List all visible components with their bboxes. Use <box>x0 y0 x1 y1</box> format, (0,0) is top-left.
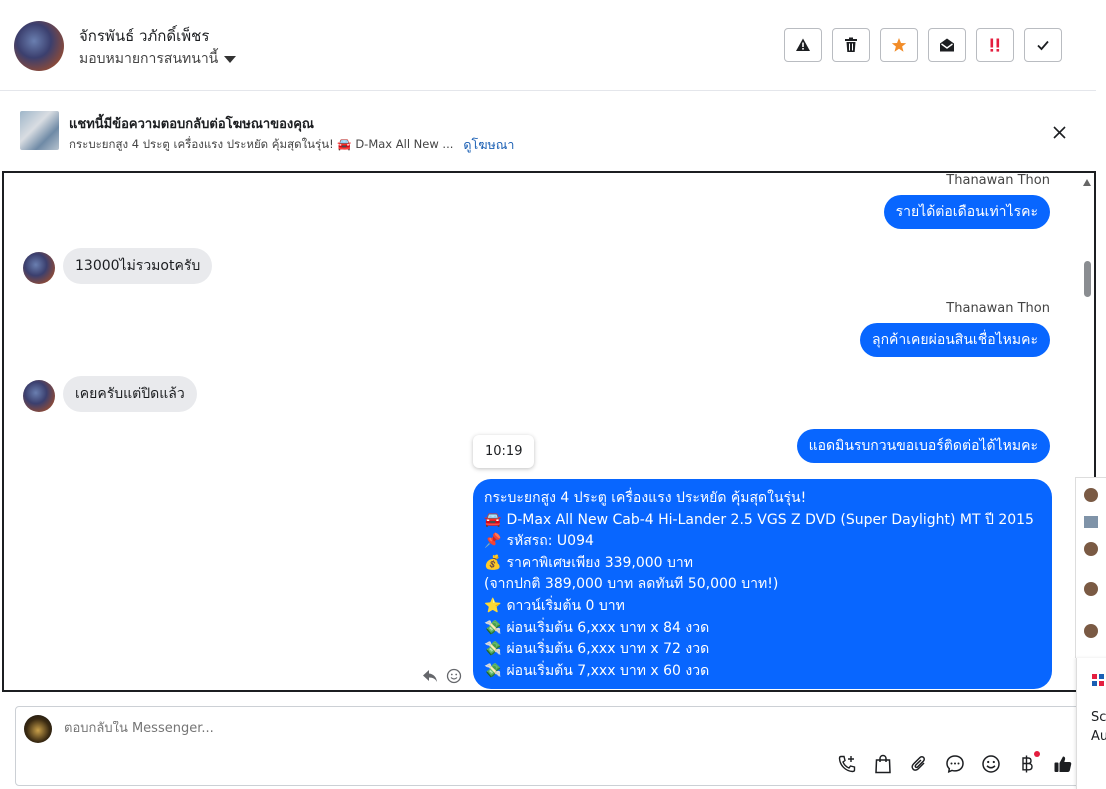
listing-line: 💸 ผ่อนเริ่มต้น 6,xxx บาท x 72 งวด <box>484 639 1041 661</box>
listing-text: กระบะยกสูง 4 ประตู เครื่องแรง ประหยัด คุ… <box>484 490 807 506</box>
listing-line: 💸 ผ่อนเริ่มต้น 7,xxx บาท x 60 งวด <box>484 661 1041 683</box>
like-button[interactable] <box>1052 753 1074 775</box>
reply-composer <box>15 706 1081 786</box>
ad-text: กระบะยกสูง 4 ประตู เครื่องแรง ประหยัด คุ… <box>69 137 454 151</box>
page-avatar <box>24 715 52 743</box>
thread-avatar[interactable] <box>1084 582 1098 596</box>
shopping-bag-icon <box>875 754 891 774</box>
saved-reply-button[interactable] <box>944 753 966 775</box>
scroll-up-icon[interactable] <box>1083 179 1091 186</box>
check-icon <box>1037 40 1049 51</box>
sender-label: Thanawan Thon <box>946 173 1050 188</box>
listing-emoji-icon: 📌 <box>484 533 502 550</box>
banner-title: แชทนี้มีข้อความตอบกลับต่อโฆษณาของคุณ <box>69 117 314 132</box>
listing-text: ราคาพิเศษเพียง 339,000 บาท <box>506 554 694 571</box>
emoji-button[interactable] <box>980 753 1002 775</box>
listing-text: รหัสรถ: U094 <box>506 533 594 550</box>
listing-text: ผ่อนเริ่มต้น 6,xxx บาท x 72 งวด <box>506 641 710 658</box>
delete-button[interactable] <box>832 28 870 62</box>
reply-input[interactable] <box>64 721 964 736</box>
emoji-react-icon[interactable] <box>446 668 462 684</box>
scrollbar-thumb[interactable] <box>1084 261 1091 297</box>
incoming-message[interactable]: เคยครับแต่ปิดแล้ว <box>63 376 197 412</box>
mark-unread-button[interactable] <box>928 28 966 62</box>
side-card: Sc Au <box>1076 658 1106 789</box>
caret-down-icon <box>224 55 237 63</box>
close-banner-button[interactable] <box>1053 124 1066 143</box>
mark-done-button[interactable] <box>1024 28 1062 62</box>
listing-line: 💸 ผ่อนเริ่มต้น 6,xxx บาท x 84 งวด <box>484 618 1041 640</box>
listing-line: (จากปกติ 389,000 บาท ลดทันที 50,000 บาท!… <box>484 574 1041 596</box>
payment-button[interactable] <box>1016 751 1040 775</box>
paperclip-icon <box>911 756 925 771</box>
baht-icon <box>1022 755 1033 773</box>
listing-text: ผ่อนเริ่มต้น 6,xxx บาท x 84 งวด <box>506 619 710 636</box>
urgent-button[interactable] <box>976 28 1014 62</box>
ad-reply-banner: แชทนี้มีข้อความตอบกลับต่อโฆษณาของคุณ กระ… <box>0 91 1096 169</box>
report-button[interactable] <box>784 28 822 62</box>
conversation-header: จักรพันธ์ วภักดิ์เพ็ชร มอบหมายการสนทนานี… <box>0 0 1096 91</box>
contact-avatar[interactable] <box>14 21 64 71</box>
thumbs-up-icon <box>1054 756 1072 772</box>
timestamp-tooltip: 10:19 <box>473 435 535 468</box>
listing-emoji-icon: 🚘 <box>484 511 502 528</box>
listing-emoji-icon: 💰 <box>484 554 502 571</box>
banner-subtitle: กระบะยกสูง 4 ประตู เครื่องแรง ประหยัด คุ… <box>69 135 514 155</box>
trash-icon <box>845 37 857 52</box>
thread-avatar[interactable] <box>1084 542 1098 556</box>
outgoing-message[interactable]: ลุกค้าเคยผ่อนสินเชื่อไหมคะ <box>859 323 1050 357</box>
side-card-line2: Au <box>1091 729 1106 744</box>
shop-button[interactable] <box>872 753 894 775</box>
listing-line: กระบะยกสูง 4 ประตู เครื่องแรง ประหยัด คุ… <box>484 488 1041 510</box>
listing-text: ผ่อนเริ่มต้น 7,xxx บาท x 60 งวด <box>506 662 710 679</box>
star-icon <box>891 38 907 52</box>
listing-line: ⭐ ดาวน์เริ่มต้น 0 บาท <box>484 596 1041 618</box>
thread-avatar[interactable] <box>1084 624 1098 638</box>
message-hover-actions <box>422 668 462 684</box>
attach-button[interactable] <box>908 753 930 775</box>
contact-avatar-small[interactable] <box>23 252 55 284</box>
incoming-message[interactable]: 13000ไม่รวมotครับ <box>63 248 213 284</box>
star-button[interactable] <box>880 28 918 62</box>
listing-line: 🚘 D-Max All New Cab-4 Hi-Lander 2.5 VGS … <box>484 510 1041 532</box>
urgent-icon <box>990 38 1000 52</box>
outgoing-message[interactable]: รายได้ต่อเดือนเท่าไรคะ <box>883 195 1050 229</box>
assign-conversation-dropdown[interactable]: มอบหมายการสนทนานี้ <box>79 48 237 70</box>
close-icon <box>1053 126 1066 139</box>
outgoing-message[interactable]: แอดมินรบกวนขอเบอร์ติดต่อได้ไหมคะ <box>796 429 1050 463</box>
side-thread-list <box>1075 477 1106 658</box>
sender-label: Thanawan Thon <box>946 301 1050 316</box>
listing-text: ดาวน์เริ่มต้น 0 บาท <box>506 597 625 614</box>
listing-emoji-icon: ⭐ <box>484 597 502 614</box>
listing-emoji-icon: 💸 <box>484 641 502 658</box>
message-thread[interactable]: Thanawan Thon รายได้ต่อเดือนเท่าไรคะ 130… <box>2 171 1096 692</box>
conversation-actions <box>784 28 1062 62</box>
call-button[interactable] <box>836 753 858 775</box>
notification-dot <box>1034 751 1040 757</box>
composer-toolbar <box>836 751 1074 775</box>
warning-icon <box>796 38 810 51</box>
listing-text: (จากปกติ 389,000 บาท ลดทันที 50,000 บาท!… <box>484 576 779 593</box>
app-logo-icon <box>1091 672 1105 686</box>
thread-thumbnail[interactable] <box>1084 516 1098 528</box>
listing-emoji-icon: 💸 <box>484 662 502 679</box>
phone-add-icon <box>838 755 856 773</box>
listing-line: 📌 รหัสรถ: U094 <box>484 531 1041 553</box>
listing-text: D-Max All New Cab-4 Hi-Lander 2.5 VGS Z … <box>506 511 1034 528</box>
reply-icon[interactable] <box>422 669 438 683</box>
emoji-icon <box>982 755 1000 773</box>
thread-avatar[interactable] <box>1084 488 1098 502</box>
outgoing-listing-message[interactable]: กระบะยกสูง 4 ประตู เครื่องแรง ประหยัด คุ… <box>473 479 1052 689</box>
ad-thumbnail <box>20 111 59 150</box>
envelope-open-icon <box>940 38 954 52</box>
side-card-line1: Sc <box>1091 710 1106 725</box>
listing-line: 💰 ราคาพิเศษเพียง 339,000 บาท <box>484 553 1041 575</box>
chat-bubble-icon <box>946 755 964 774</box>
listing-emoji-icon: 💸 <box>484 619 502 636</box>
contact-name[interactable]: จักรพันธ์ วภักดิ์เพ็ชร <box>79 24 209 48</box>
view-ad-link[interactable]: ดูโฆษณา <box>463 135 514 155</box>
contact-avatar-small[interactable] <box>23 380 55 412</box>
assign-label: มอบหมายการสนทนานี้ <box>79 51 219 67</box>
